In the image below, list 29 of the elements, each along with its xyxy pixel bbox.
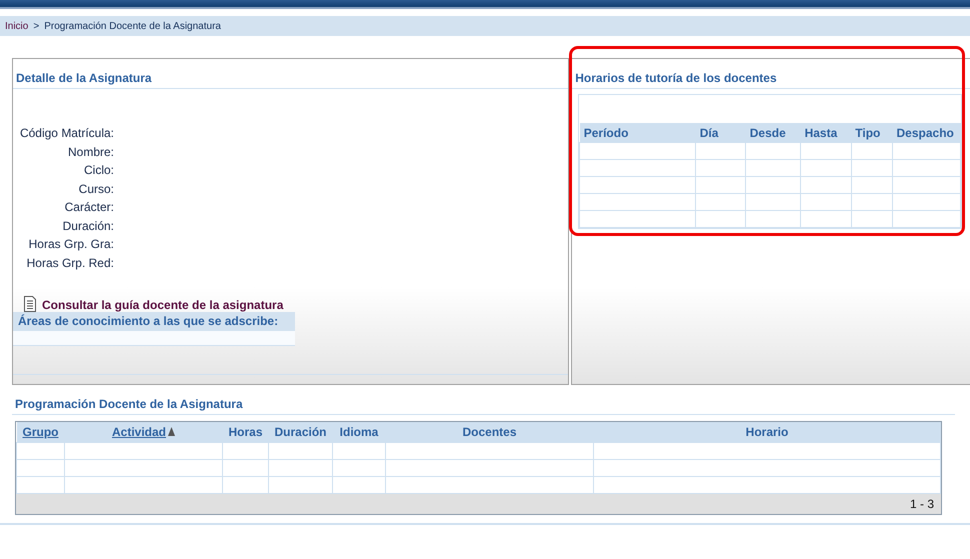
breadcrumb-link[interactable]: Inicio bbox=[5, 20, 28, 32]
field-label: Ciclo: bbox=[84, 162, 114, 179]
field-label: Horas Grp. Gra: bbox=[28, 236, 114, 253]
column-header: Idioma bbox=[340, 425, 378, 439]
breadcrumb-separator: > bbox=[33, 20, 40, 32]
guide-link[interactable]: Consultar la guía docente de la asignatura bbox=[42, 298, 284, 312]
breadcrumb-current: Programación Docente de la Asignatura bbox=[44, 20, 221, 32]
field-label: Nombre: bbox=[68, 144, 114, 160]
column-header: Hasta bbox=[800, 123, 852, 142]
field-label: Curso: bbox=[78, 180, 114, 198]
column-header: Desde bbox=[746, 123, 801, 142]
field-label: Duración: bbox=[62, 218, 114, 234]
column-header: Período bbox=[580, 123, 696, 142]
pagination-range: 1 - 3 bbox=[910, 497, 934, 511]
column-header: Duración bbox=[274, 425, 326, 439]
column-header: Tipo bbox=[851, 123, 892, 142]
areas-heading: Áreas de conocimiento a las que se adscribe: bbox=[13, 312, 295, 331]
column-header: Día bbox=[696, 123, 746, 142]
field-label: Horas Grp. Red: bbox=[26, 254, 114, 272]
column-header: Horas bbox=[228, 425, 262, 439]
section-title: Programación Docente de la Asignatura bbox=[12, 397, 955, 415]
column-header: Horario bbox=[746, 425, 788, 439]
field-label: Carácter: bbox=[64, 199, 114, 216]
document-icon[interactable] bbox=[23, 296, 37, 312]
field-label: Código Matrícula: bbox=[20, 125, 114, 142]
section-title: Detalle de la Asignatura bbox=[13, 59, 568, 89]
column-header: Docentes bbox=[462, 425, 517, 439]
column-header: Despacho bbox=[892, 123, 960, 142]
section-title: Horarios de tutoría de los docentes bbox=[572, 59, 970, 89]
